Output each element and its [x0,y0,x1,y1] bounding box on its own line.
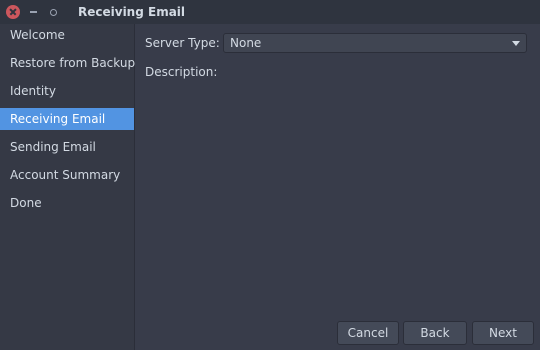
maximize-icon[interactable] [46,5,60,19]
server-type-label: Server Type: [145,36,220,50]
window-controls [6,5,66,19]
description-label: Description: [145,65,218,79]
next-button[interactable]: Next [472,321,534,345]
sidebar-item-restore-from-backup[interactable]: Restore from Backup [0,52,135,74]
title-bar: Receiving Email [0,0,540,24]
sidebar-item-receiving-email[interactable]: Receiving Email [0,108,134,130]
window-title: Receiving Email [78,5,186,19]
sidebar-item-account-summary[interactable]: Account Summary [0,164,134,186]
main-panel: Server Type: None Description: Cancel Ba… [135,24,540,350]
server-type-select[interactable]: None [223,33,527,53]
next-button-label: Next [489,326,517,340]
server-type-value: None [230,36,262,50]
cancel-button-label: Cancel [347,326,389,340]
cancel-button[interactable]: Cancel [337,321,399,345]
back-button[interactable]: Back [403,321,467,345]
back-button-label: Back [420,326,450,340]
close-icon[interactable] [6,5,20,19]
sidebar-item-done[interactable]: Done [0,192,134,214]
sidebar: Welcome Restore from Backup Identity Rec… [0,24,135,350]
sidebar-item-identity[interactable]: Identity [0,80,134,102]
sidebar-item-sending-email[interactable]: Sending Email [0,136,134,158]
minimize-icon[interactable] [26,5,40,19]
chevron-down-icon [512,40,520,46]
sidebar-item-welcome[interactable]: Welcome [0,24,134,46]
